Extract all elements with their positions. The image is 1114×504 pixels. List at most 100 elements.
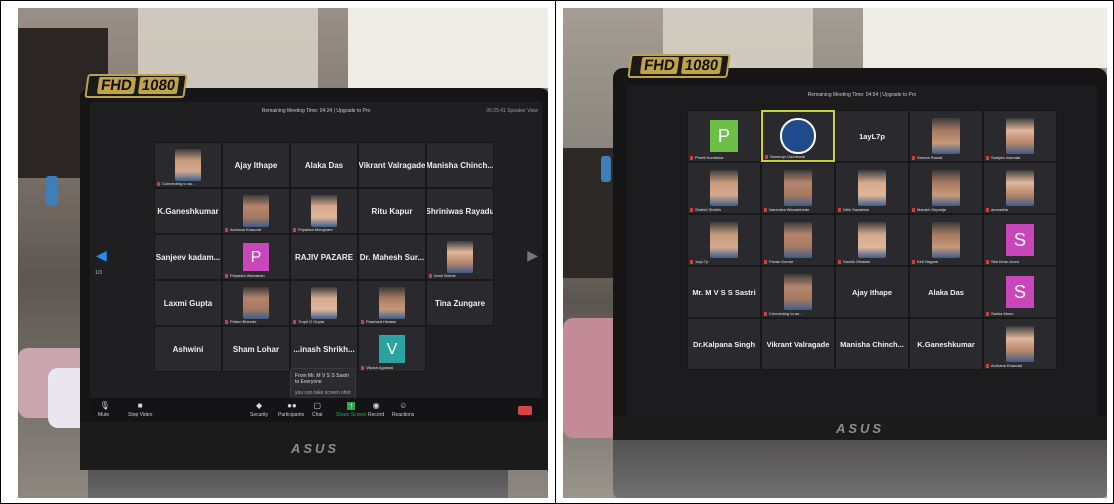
reactions-button[interactable]: ☺ Reactions <box>392 401 414 419</box>
fhd-badge-right: FHD 1080 <box>627 54 731 78</box>
share-screen-button[interactable]: ↑ Share Screen <box>336 402 367 419</box>
participant-video <box>709 221 739 259</box>
fhd-badge: FHD 1080 <box>84 74 188 98</box>
laptop-right: FHD 1080 Remaining Meeting Time: 04:54 | … <box>613 54 1107 440</box>
participant-caption: Sachin Mhaske <box>838 259 870 264</box>
reactions-icon: ☺ <box>399 401 408 410</box>
stop-video-button[interactable]: ■ Stop Video <box>128 402 152 419</box>
laptop-left: FHD 1080 Remaining Meeting Time: 04:24 | … <box>80 74 548 470</box>
participant-tile[interactable]: K.Ganeshkumar <box>909 318 983 370</box>
participant-tile[interactable]: Pavan Kumar <box>761 214 835 266</box>
participant-tile[interactable]: Ajay Ithape <box>222 142 290 188</box>
participant-name: Shriniwas Rayadu <box>426 206 494 216</box>
participant-tile[interactable]: Shriniwas Rayadu <box>426 188 494 234</box>
participant-tile[interactable]: Dr.Kalpana Singh <box>687 318 761 370</box>
participant-tile[interactable]: Connecting to au... <box>154 142 222 188</box>
participant-caption: 1ayL7p <box>690 259 708 264</box>
participant-tile[interactable]: Ritu Kapur <box>358 188 426 234</box>
participant-tile[interactable]: Priyanka Monghare <box>290 188 358 234</box>
participant-name: Vikrant Valragade <box>358 160 426 170</box>
record-button[interactable]: ◉ Record <box>368 402 384 419</box>
participant-tile[interactable]: Shahid Sheikh <box>687 162 761 214</box>
participant-caption: Connecting to au... <box>157 181 196 186</box>
participant-name: Ajay Ithape <box>851 287 892 297</box>
participant-tile[interactable]: Alaka Das <box>909 266 983 318</box>
participant-tile[interactable]: Trupti D Gupta <box>290 280 358 326</box>
participants-button[interactable]: ●● Participants <box>278 402 304 419</box>
participant-caption: Archana Khandat <box>986 363 1022 368</box>
participant-tile[interactable]: Mr. M V S S Sastri <box>687 266 761 318</box>
participant-tile[interactable]: Pritam Bhende <box>222 280 290 326</box>
participant-tile[interactable]: Vikrant Valragade <box>761 318 835 370</box>
photo-divider <box>555 0 556 504</box>
participant-video <box>709 169 739 207</box>
participant-tile[interactable]: Sham Lohar <box>222 326 290 372</box>
mute-button[interactable]: 🎙 Mute <box>98 402 110 419</box>
laptop-bezel-right: ASUS <box>613 416 1107 440</box>
participant-tile[interactable]: Prashant Hiwase <box>358 280 426 326</box>
participant-tile[interactable]: anuradha <box>983 162 1057 214</box>
participant-video <box>931 117 961 155</box>
security-button[interactable]: ◆ Security <box>250 402 268 419</box>
participant-tile[interactable]: Laxmi Gupta <box>154 280 222 326</box>
participant-name: Ritu Kapur <box>371 206 413 216</box>
participant-caption: Vikash Agrawal <box>361 365 393 370</box>
participant-tile[interactable]: Swarrupi Gandewar <box>761 110 835 162</box>
next-page-icon[interactable]: ▶ <box>527 247 538 264</box>
participant-tile[interactable]: Nitin Sawarkar <box>835 162 909 214</box>
participant-name: ...inash Shrikh... <box>293 344 355 354</box>
avatar: V <box>379 335 405 363</box>
participant-tile[interactable]: Archana Khandat <box>983 318 1057 370</box>
participant-tile[interactable]: ...inash Shrikh... <box>290 326 358 372</box>
participant-tile[interactable]: Sanjeev kadam... <box>154 234 222 280</box>
participant-video <box>379 286 405 320</box>
participant-tile[interactable]: P Preeti Kundekar <box>687 110 761 162</box>
participant-tile[interactable]: Narendra Wanarkhede <box>761 162 835 214</box>
participant-video <box>243 286 269 320</box>
participant-tile[interactable]: Ashwini <box>154 326 222 372</box>
participant-tile[interactable]: S Sita Kiran Arora <box>983 214 1057 266</box>
meeting-topbar: Remaining Meeting Time: 04:24 | Upgrade … <box>90 102 542 120</box>
avatar: S <box>1005 276 1035 308</box>
participant-tile[interactable]: P Priyanka Wamanan <box>222 234 290 280</box>
chat-button[interactable]: ▢ Chat <box>312 402 323 419</box>
participant-tile[interactable]: Amol Bobde <box>426 234 494 280</box>
meeting-time-text-right[interactable]: Remaining Meeting Time: 04:54 | Upgrade … <box>808 92 917 98</box>
participant-tile[interactable]: Archana Khandat <box>222 188 290 234</box>
participant-caption: Sadipta Inamdar <box>986 155 1020 160</box>
participant-name: Dr. Mahesh Sur... <box>359 252 425 262</box>
participant-tile[interactable]: Tina Zungare <box>426 280 494 326</box>
asus-logo: ASUS <box>290 441 340 456</box>
end-meeting-button[interactable] <box>518 406 532 415</box>
participant-tile[interactable]: Connecting to au... <box>761 266 835 318</box>
participant-caption: Seema Rawat <box>912 155 942 160</box>
participant-tile[interactable]: Vikrant Valragade <box>358 142 426 188</box>
participant-tile[interactable]: Alaka Das <box>290 142 358 188</box>
participant-tile[interactable]: Kirti Nagare <box>909 214 983 266</box>
participant-tile[interactable]: Seema Rawat <box>909 110 983 162</box>
meeting-view-text[interactable]: 00:25:41 Speaker View <box>486 102 538 120</box>
participant-tile[interactable]: Sadipta Inamdar <box>983 110 1057 162</box>
participant-tile[interactable]: Manish Girpunje <box>909 162 983 214</box>
participant-tile[interactable]: 1ayL7p <box>835 110 909 162</box>
meeting-time-text[interactable]: Remaining Meeting Time: 04:24 | Upgrade … <box>262 108 371 114</box>
participant-name: Tina Zungare <box>434 298 486 308</box>
participant-video <box>1005 325 1035 363</box>
right-photo: FHD 1080 Remaining Meeting Time: 04:54 | … <box>563 8 1107 498</box>
participant-tile[interactable]: 1ayL7p <box>687 214 761 266</box>
prev-page-icon[interactable]: ◀ <box>96 247 107 264</box>
chat-popup-body: you can take screen shot <box>295 390 351 396</box>
participant-tile[interactable]: S Sarika Moon <box>983 266 1057 318</box>
participant-video <box>931 221 961 259</box>
participant-tile[interactable]: Dr. Mahesh Sur... <box>358 234 426 280</box>
participant-tile[interactable]: Manisha Chinch... <box>426 142 494 188</box>
participant-tile[interactable]: V Vikash Agrawal <box>358 326 426 372</box>
participant-tile[interactable]: Ajay Ithape <box>835 266 909 318</box>
participant-tile[interactable]: Manisha Chinch... <box>835 318 909 370</box>
participant-tile[interactable]: RAJIV PAZARE <box>290 234 358 280</box>
participant-caption: Priyanka Wamanan <box>225 273 265 278</box>
asus-logo-right: ASUS <box>835 421 885 436</box>
participant-tile[interactable]: K.Ganeshkumar <box>154 188 222 234</box>
zoom-screen-left: Remaining Meeting Time: 04:24 | Upgrade … <box>90 102 542 424</box>
participant-tile[interactable]: Sachin Mhaske <box>835 214 909 266</box>
